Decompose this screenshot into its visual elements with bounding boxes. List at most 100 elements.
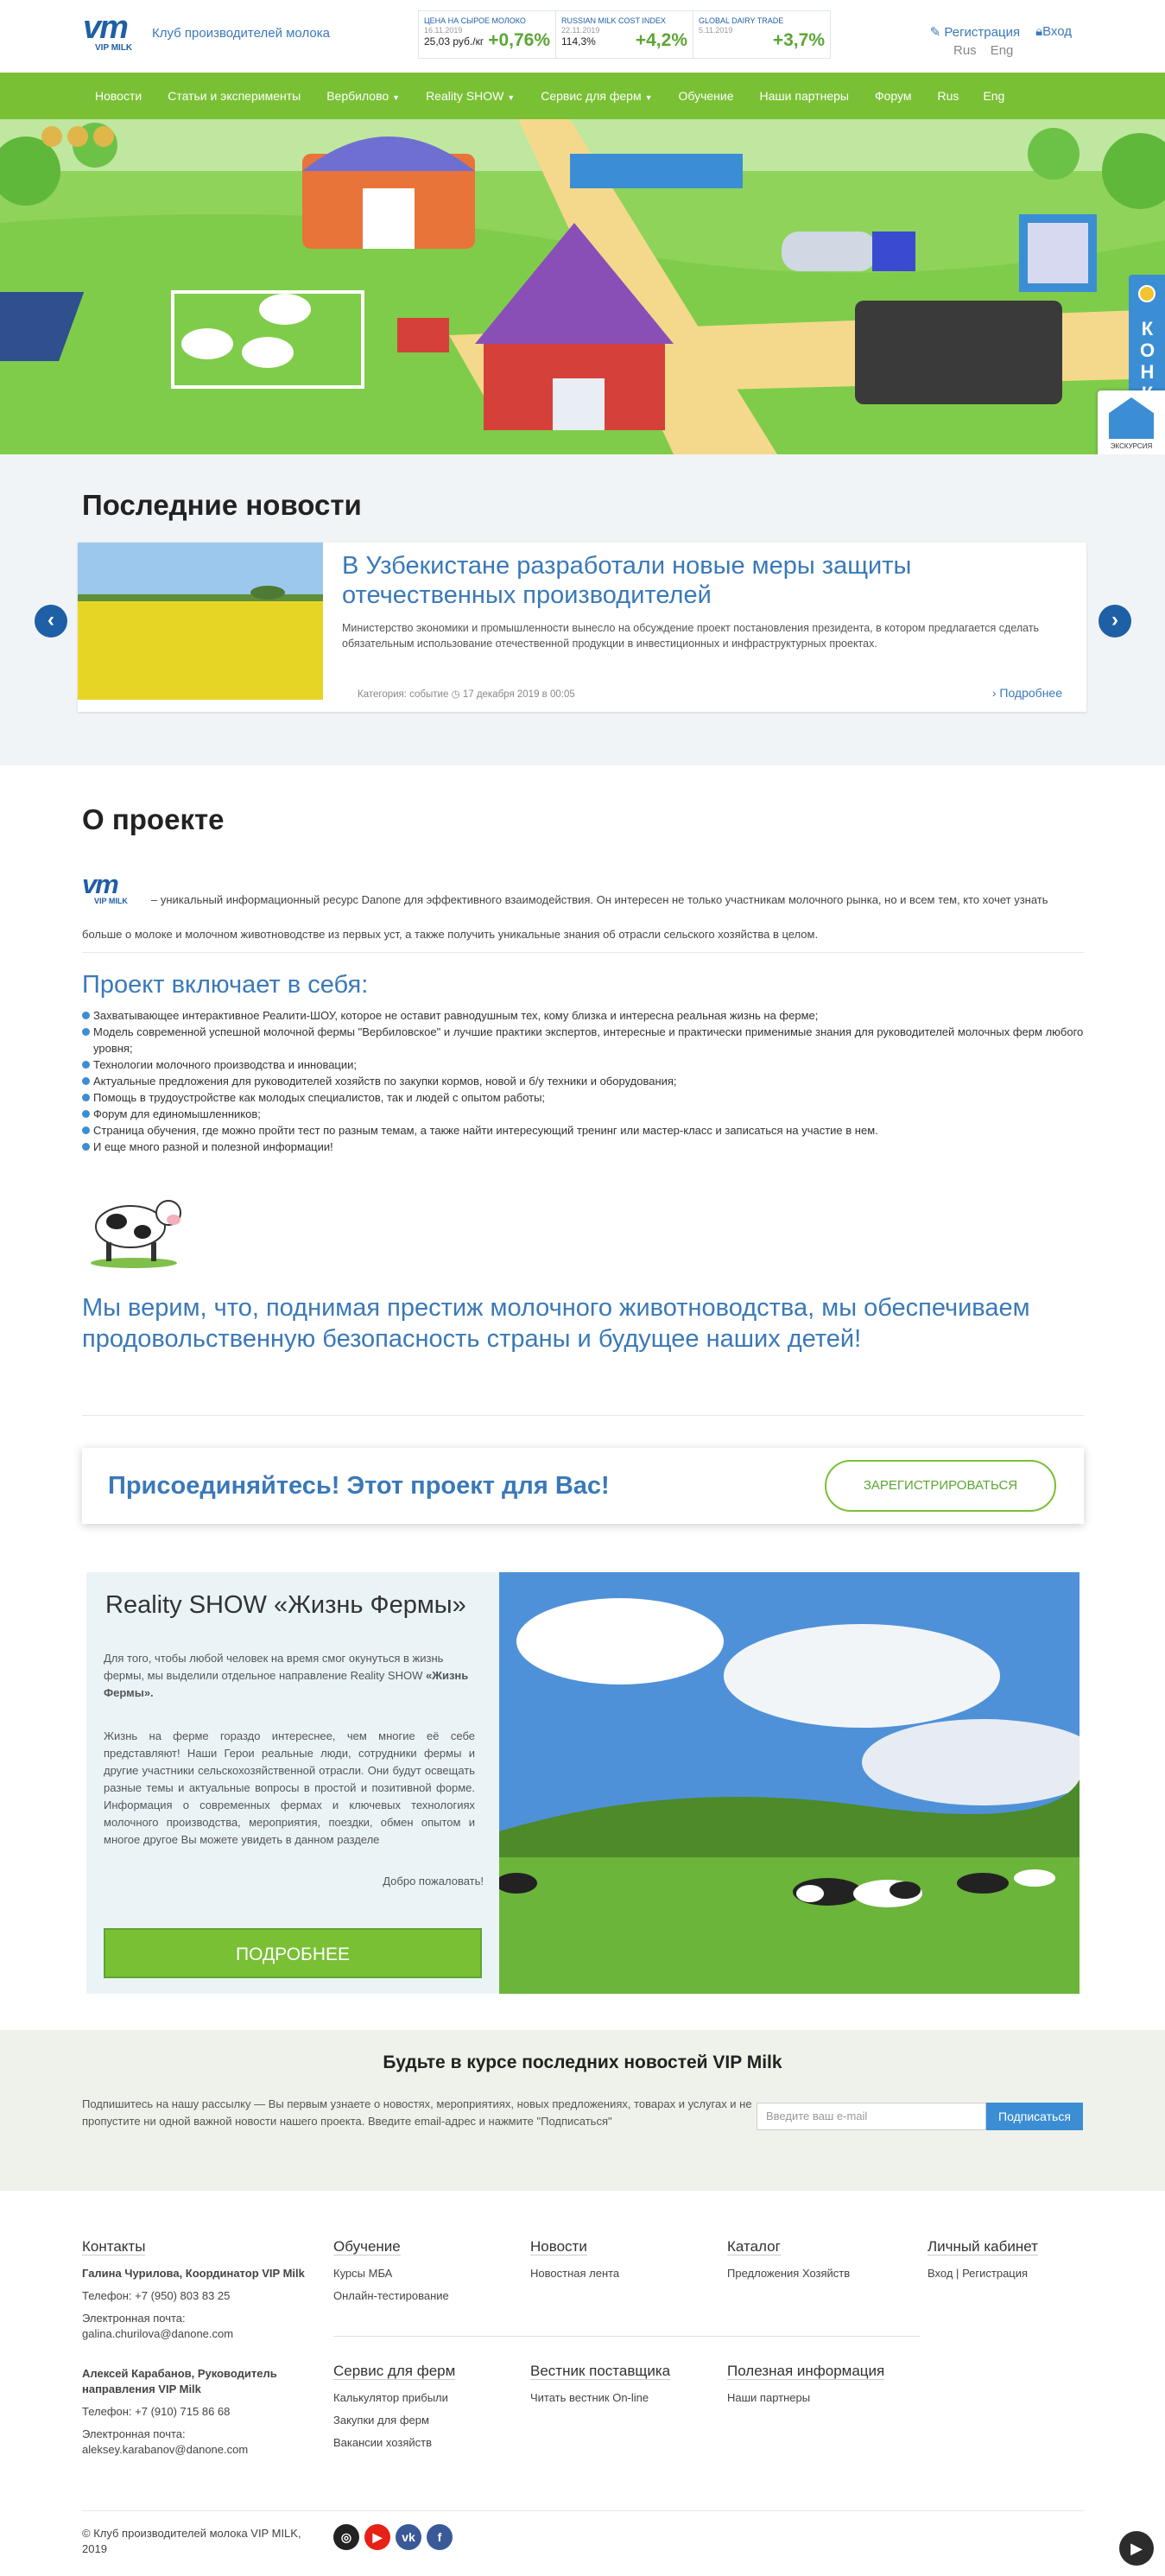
site-logo[interactable]: vm VIP MILK	[83, 10, 149, 57]
footer-link[interactable]: Закупки для ферм	[333, 2413, 455, 2428]
nav-verbilovo[interactable]: Вербилово ▼	[326, 89, 400, 103]
footer-link[interactable]: Курсы МБА	[333, 2266, 449, 2281]
list-item: И еще много разной и полезной информации…	[82, 1139, 1084, 1155]
footer-link[interactable]: Предложения Хозяйств	[727, 2266, 850, 2281]
nav-reality-show[interactable]: Reality SHOW ▼	[426, 89, 515, 103]
reality-show-image	[496, 1572, 1080, 1994]
subscribe-button[interactable]: Подписаться	[986, 2103, 1083, 2130]
next-arrow-icon[interactable]: ›	[1099, 605, 1131, 638]
ticker-title: GLOBAL DAIRY TRADE	[699, 16, 784, 25]
contact-phone: Телефон: +7 (910) 715 86 68	[82, 2405, 231, 2418]
excursion-tab[interactable]: ЭКСКУРСИЯ	[1098, 390, 1165, 460]
news-category: Категория: событие	[358, 689, 449, 700]
nav-lang-ru[interactable]: Rus	[938, 89, 959, 103]
ticker-change: +0,76%	[488, 30, 550, 50]
footer-link[interactable]: Новостная лента	[530, 2266, 619, 2281]
register-button[interactable]: ЗАРЕГИСТРИРОВАТЬСЯ	[825, 1460, 1056, 1512]
divider	[82, 2510, 1084, 2511]
footer-link[interactable]: Вакансии хозяйств	[333, 2435, 455, 2451]
list-item: Технологии молочного производства и инно…	[82, 1056, 1084, 1073]
cabinet-register-link[interactable]: Регистрация	[962, 2267, 1028, 2280]
ticker-raw-milk[interactable]: ЦЕНА НА СЫРОЕ МОЛОКО 16.11.2019 25,03 ру…	[419, 11, 556, 58]
excursion-label: ЭКСКУРСИЯ	[1110, 442, 1153, 450]
caret-down-icon: ▼	[507, 93, 516, 102]
news-heading: Последние новости	[82, 489, 362, 521]
site-footer: Контакты Галина Чурилова, Координатор VI…	[0, 2191, 1165, 2576]
footer-link[interactable]: Онлайн-тестирование	[333, 2288, 449, 2304]
contact-name: Алексей Карабанов, Руководитель направле…	[82, 2367, 277, 2395]
lang-ru[interactable]: Rus	[953, 43, 977, 58]
cabinet-login-link[interactable]: Вход	[928, 2267, 953, 2280]
news-title[interactable]: В Узбекистане разработали новые меры защ…	[342, 551, 1050, 610]
nav-partners[interactable]: Наши партнеры	[760, 89, 849, 103]
footer-heading[interactable]: Личный кабинет	[928, 2239, 1038, 2256]
footer-contacts: Контакты Галина Чурилова, Координатор VI…	[82, 2239, 315, 2465]
news-card[interactable]: В Узбекистане разработали новые меры защ…	[78, 542, 1086, 712]
caret-down-icon: ▼	[392, 93, 401, 102]
facebook-icon[interactable]: f	[427, 2524, 453, 2550]
news-more-link[interactable]: › Подробнее	[992, 686, 1062, 700]
ticker-global-dairy-trade[interactable]: GLOBAL DAIRY TRADE 5.11.2019 +3,7%	[693, 11, 830, 58]
footer-link[interactable]: Читать вестник On-line	[530, 2390, 670, 2406]
play-widget-icon[interactable]: ▶	[1119, 2531, 1154, 2566]
nav-news[interactable]: Новости	[95, 89, 142, 103]
site-header: vm VIP MILK Клуб производителей молока Ц…	[0, 0, 1165, 73]
barn-icon	[1109, 397, 1154, 439]
vk-icon[interactable]: vk	[396, 2524, 421, 2550]
nav-articles[interactable]: Статьи и эксперименты	[168, 89, 301, 103]
hero-farm-illustration: КОНКУРС	[0, 119, 1165, 454]
footer-heading[interactable]: Обучение	[333, 2239, 401, 2256]
farm-illustration	[0, 119, 1165, 454]
caret-down-icon: ▼	[644, 93, 653, 102]
footer-heading[interactable]: Вестник поставщика	[530, 2363, 671, 2380]
list-item: Помощь в трудоустройстве как молодых спе…	[82, 1089, 1084, 1106]
subscribe-section: Будьте в курсе последних новостей VIP Mi…	[0, 2030, 1165, 2191]
about-intro: – уникальный информационный ресурс Danon…	[82, 893, 1048, 941]
contact-email[interactable]: galina.churilova@danone.com	[82, 2326, 315, 2342]
subscribe-text: Подпишитесь на нашу рассылку — Вы первым…	[82, 2097, 752, 2128]
footer-useful: Полезная информация Наши партнеры	[727, 2363, 885, 2413]
footer-cabinet: Личный кабинет Вход | Регистрация	[928, 2239, 1038, 2288]
email-input[interactable]: Введите ваш e-mail	[757, 2103, 986, 2130]
list-item: Захватывающее интерактивное Реалити-ШОУ,…	[82, 1007, 1084, 1024]
register-link[interactable]: ✎ Регистрация	[930, 24, 1020, 40]
latest-news-section: Последние новости ‹ В Узбекистане разраб…	[0, 454, 1165, 765]
news-meta: Категория: событие ◷ 17 декабря 2019 в 0…	[358, 688, 575, 700]
footer-news: Новости Новостная лента	[530, 2239, 619, 2288]
youtube-icon[interactable]: ▶	[364, 2524, 390, 2550]
nav-lang-en[interactable]: Eng	[983, 89, 1004, 103]
footer-heading[interactable]: Каталог	[727, 2239, 781, 2256]
nav-label: Reality SHOW	[426, 89, 504, 103]
logo-mark: vm	[83, 10, 129, 46]
footer-heading[interactable]: Полезная информация	[727, 2363, 885, 2380]
logo-sub: VIP MILK	[95, 43, 133, 53]
medal-icon	[1138, 285, 1156, 302]
footer-learning: Обучение Курсы МБА Онлайн-тестирование	[333, 2239, 449, 2311]
footer-heading[interactable]: Сервис для ферм	[333, 2363, 456, 2380]
separator: |	[956, 2267, 959, 2280]
login-link[interactable]: 🔒︎Вход	[1035, 24, 1072, 40]
nav-learning[interactable]: Обучение	[679, 89, 734, 103]
contact-email[interactable]: aleksey.karabanov@danone.com	[82, 2442, 315, 2458]
footer-link[interactable]: Наши партнеры	[727, 2390, 884, 2406]
footer-heading: Контакты	[82, 2238, 146, 2256]
divider	[82, 1415, 1084, 1416]
nav-forum[interactable]: Форум	[875, 89, 912, 103]
contact-phone: Телефон: +7 (950) 803 83 25	[82, 2289, 231, 2302]
footer-heading[interactable]: Новости	[530, 2239, 587, 2256]
market-tickers: ЦЕНА НА СЫРОЕ МОЛОКО 16.11.2019 25,03 ру…	[418, 10, 831, 59]
reality-more-button[interactable]: ПОДРОБНЕЕ	[104, 1928, 482, 1978]
lock-icon: 🔒︎	[1035, 24, 1043, 39]
reality-intro-text: Для того, чтобы любой человек на время с…	[104, 1652, 444, 1682]
nav-farm-service[interactable]: Сервис для ферм ▼	[541, 89, 652, 103]
register-label: Регистрация	[944, 25, 1021, 40]
clock-icon: ◷	[451, 689, 460, 700]
ticker-milk-cost-index[interactable]: RUSSIAN MILK COST INDEX 22.11.2019 114,3…	[556, 11, 693, 58]
prev-arrow-icon[interactable]: ‹	[35, 605, 67, 638]
lang-en[interactable]: Eng	[991, 43, 1014, 58]
rapeseed-field-image	[78, 542, 323, 700]
believe-statement: Мы верим, что, поднимая престиж молочног…	[82, 1294, 1030, 1353]
contact-name: Галина Чурилова, Координатор VIP Milk	[82, 2267, 305, 2280]
footer-link[interactable]: Калькулятор прибыли	[333, 2390, 455, 2406]
instagram-icon[interactable]: ◎	[333, 2524, 359, 2550]
